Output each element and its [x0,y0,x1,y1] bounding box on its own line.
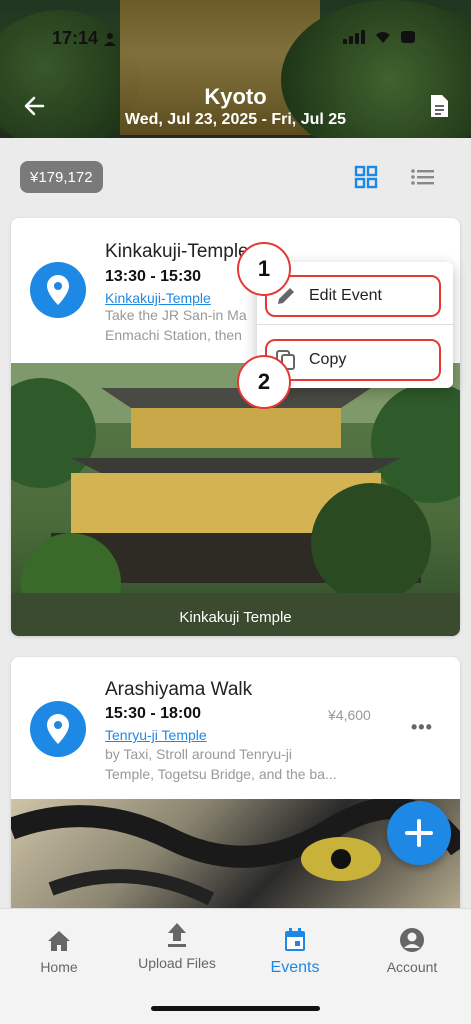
list-icon [411,169,434,185]
event-title: Kinkakuji-Temple [105,241,249,262]
location-pin-icon [30,701,86,757]
nav-upload-files[interactable]: Upload Files [122,921,232,971]
list-view-button[interactable] [410,165,436,189]
step-badge: 1 [237,242,291,296]
event-location-link[interactable]: Kinkakuji-Temple [105,290,211,306]
grid-view-button[interactable] [354,165,378,189]
person-icon [104,32,117,46]
wifi-icon [376,32,390,43]
plus-icon [405,819,433,847]
event-card[interactable]: Arashiyama Walk 15:30 - 18:00 ¥4,600 •••… [11,657,460,917]
location-pin-icon [30,262,86,318]
account-icon [400,928,424,952]
status-icons [343,30,415,44]
add-event-button[interactable] [387,801,451,865]
status-time: 17:14 [52,28,117,49]
budget-total: ¥179,172 [20,161,103,193]
trip-dates: Wed, Jul 23, 2025 - Fri, Jul 25 [124,111,347,128]
upload-icon [168,923,186,947]
calendar-icon [285,928,305,951]
page-title: Kyoto [204,84,267,109]
home-icon [48,931,70,951]
event-title: Arashiyama Walk [105,679,253,700]
document-button[interactable] [425,92,453,120]
nav-home[interactable]: Home [4,925,114,975]
event-description: by Taxi, Stroll around Tenryu-ji Temple,… [105,746,337,782]
step-badge: 2 [237,355,291,409]
signal-icon [343,30,365,44]
header-banner: 17:14 Kyoto Wed, Jul 23, 2025 - Fri, Jul… [0,0,471,138]
event-time: 15:30 - 18:00 [105,705,202,722]
nav-events[interactable]: Events [240,925,350,977]
more-options-icon[interactable]: ••• [411,717,433,738]
menu-divider [257,324,453,325]
event-location-link[interactable]: Tenryu-ji Temple [105,727,207,743]
edit-event-menu-item[interactable]: Edit Event [265,275,441,317]
temple-photo [11,363,460,636]
battery-icon [401,31,415,43]
grid-icon [354,165,378,189]
event-price: ¥4,600 [328,707,371,723]
event-photo: Kinkakuji Temple [11,363,460,636]
event-time: 13:30 - 15:30 [105,268,202,285]
copy-menu-item[interactable]: Copy [265,339,441,381]
document-icon [431,95,448,117]
nav-account[interactable]: Account [357,925,467,975]
home-indicator[interactable] [151,1006,320,1011]
photo-caption: Kinkakuji Temple [179,609,292,626]
